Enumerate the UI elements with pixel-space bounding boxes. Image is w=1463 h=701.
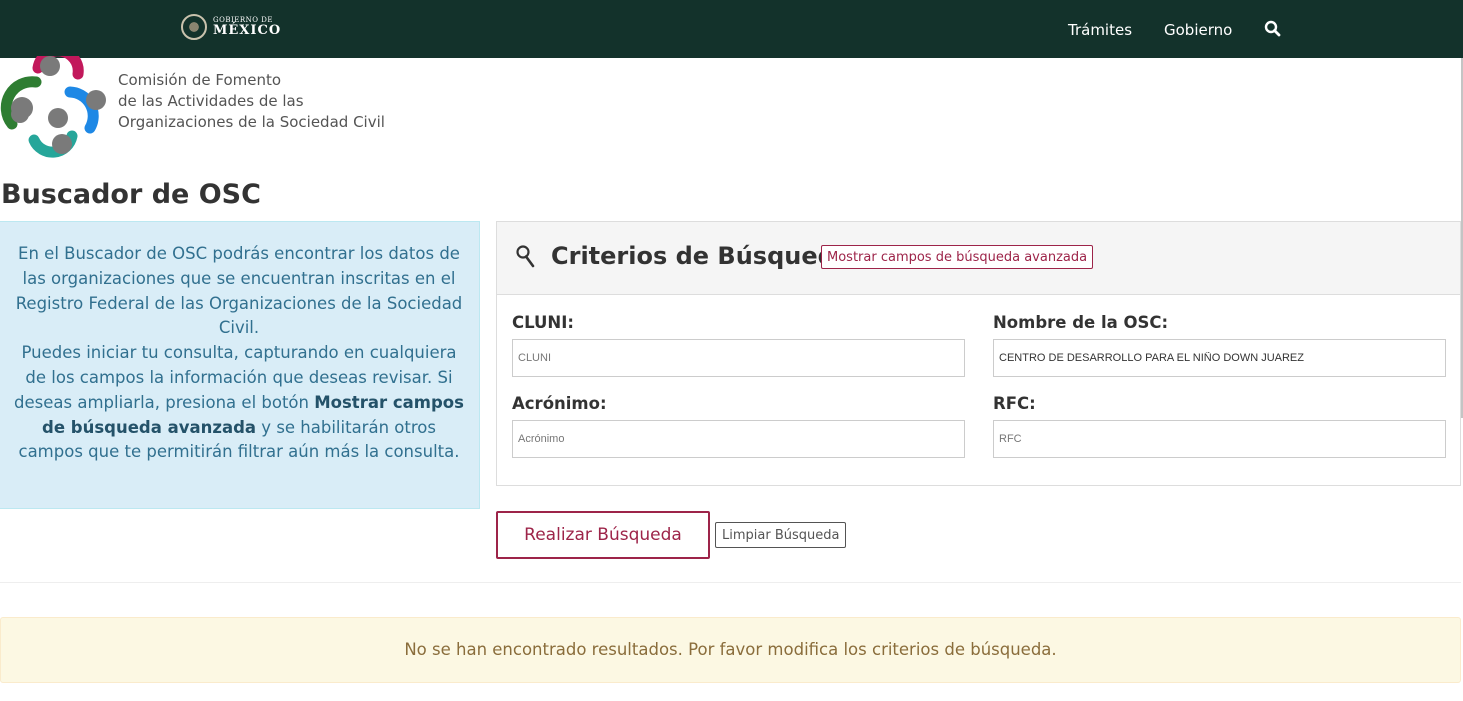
nav-link-gobierno[interactable]: Gobierno — [1164, 21, 1232, 39]
page-title: Buscador de OSC — [1, 179, 261, 210]
nombre-osc-input[interactable] — [993, 339, 1446, 377]
acronimo-label: Acrónimo: — [512, 394, 607, 413]
nombre-osc-label: Nombre de la OSC: — [993, 313, 1169, 332]
mexico-seal-icon — [181, 14, 207, 40]
organization-name: Comisión de Fomento de las Actividades d… — [118, 71, 385, 131]
nav-link-tramites[interactable]: Trámites — [1068, 21, 1132, 39]
acronimo-input[interactable] — [512, 420, 965, 458]
submit-search-button[interactable]: Realizar Búsqueda — [496, 511, 710, 559]
organization-logo-icon[interactable] — [0, 45, 110, 160]
rfc-label: RFC: — [993, 394, 1036, 413]
clear-search-button[interactable]: Limpiar Búsqueda — [715, 522, 847, 548]
panel-heading: Criterios de Búsqueda Mostrar campos de … — [497, 222, 1460, 295]
info-paragraph-1: En el Buscador de OSC podrás encontrar l… — [15, 244, 463, 338]
show-advanced-search-button[interactable]: Mostrar campos de búsqueda avanzada — [821, 245, 1094, 269]
gobierno-de-mexico-logo[interactable]: GOBIERNO DE MÉXICO — [181, 14, 281, 40]
divider — [0, 582, 1461, 583]
info-box: En el Buscador de OSC podrás encontrar l… — [0, 221, 480, 509]
cluni-input[interactable] — [512, 339, 965, 377]
cluni-label: CLUNI: — [512, 313, 574, 332]
gov-logo-line2: MÉXICO — [213, 23, 282, 38]
top-navbar: GOBIERNO DE MÉXICO Trámites Gobierno — [0, 0, 1463, 58]
search-icon[interactable] — [1264, 20, 1282, 42]
search-criteria-panel: Criterios de Búsqueda Mostrar campos de … — [496, 221, 1461, 486]
no-results-alert: No se han encontrado resultados. Por fav… — [0, 617, 1461, 683]
search-criteria-title: Criterios de Búsqueda — [551, 242, 852, 270]
magnifier-icon — [515, 244, 537, 274]
info-paragraph-2: Puedes iniciar tu consulta, capturando e… — [14, 343, 464, 462]
rfc-input[interactable] — [993, 420, 1446, 458]
